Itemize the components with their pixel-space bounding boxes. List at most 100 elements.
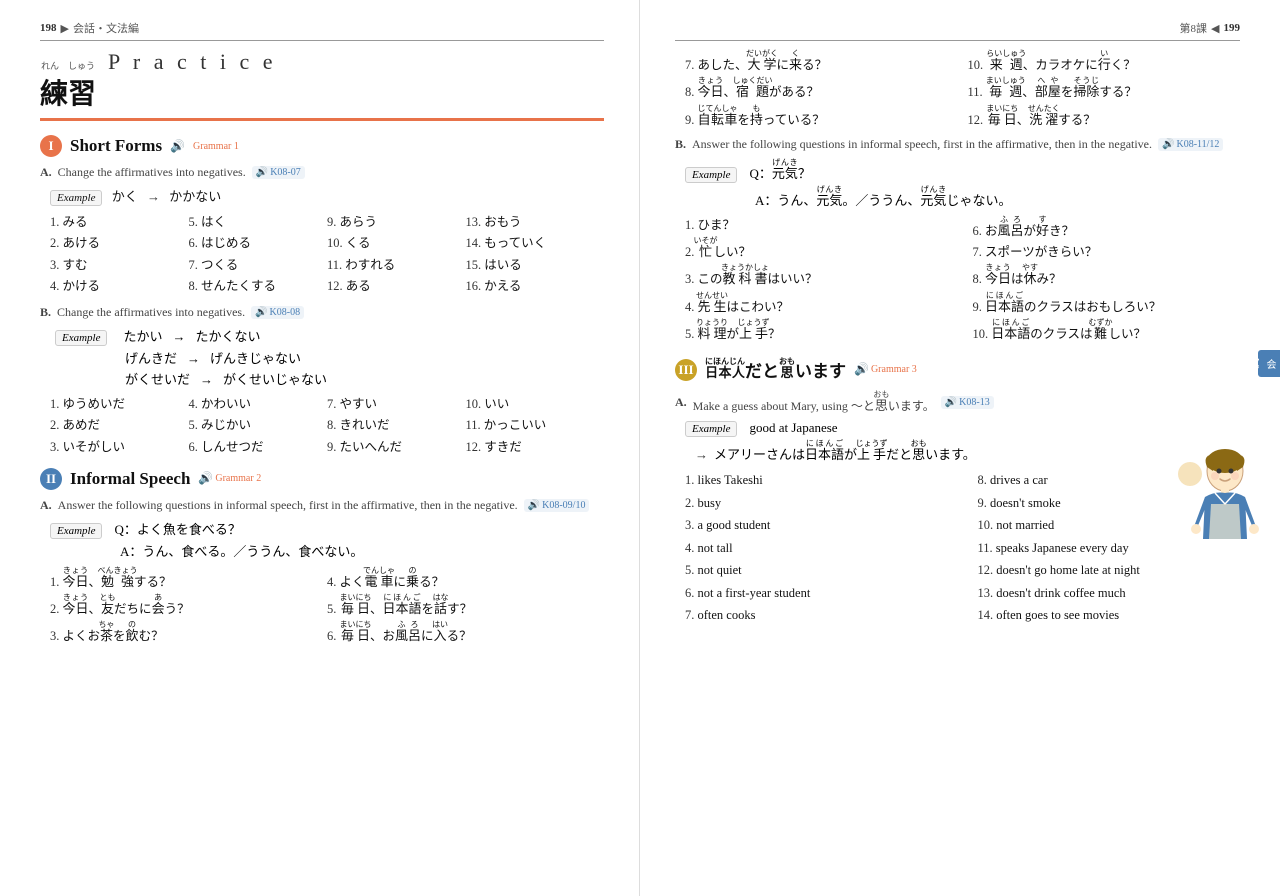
list-item: 6. 毎日まいにち、お風呂ふろに入はいる？ — [327, 620, 604, 647]
audio-k08-08: 🔊K08-08 — [251, 306, 304, 319]
list-item: 14. もっていく — [466, 233, 605, 254]
list-item: 15. はいる — [466, 255, 605, 276]
page-header-right: 第8課 ◀ 199 — [675, 20, 1240, 41]
list-item: 10. 日本語にほんごのクラスは難むずかしい？ — [973, 318, 1241, 345]
list-item: 9. 日本語にほんごのクラスはおもしろい？ — [973, 291, 1241, 318]
section3: III 日本人にほんじんだと思おもいます 🔊 Grammar 3 A. Make… — [675, 357, 1240, 627]
list-item: 11. 毎週まいしゅう、部屋へやを掃除そうじする？ — [968, 76, 1241, 103]
list-item: 1. みる — [50, 212, 189, 233]
list-item: 5. 毎日まいにち、日本語にほんごを話はなす？ — [327, 593, 604, 620]
list-item: 16. かえる — [466, 276, 605, 297]
list-item: 4. よく電車でんしゃに乗のる？ — [327, 566, 604, 593]
list-item: 3. よくお茶ちゃを飲のむ？ — [50, 620, 327, 647]
left-page: 198 ▶ 会話・文法編 れん しゅう 練習 P r a c t i c e I… — [0, 0, 640, 896]
grammar1-arrow: 🔊 — [170, 139, 185, 154]
section2-circle: II — [40, 468, 62, 490]
list-item: 7. やすい — [327, 394, 466, 415]
list-item: 5. not quiet — [685, 559, 948, 582]
section3-col1: 1. likes Takeshi 2. busy 3. a good stude… — [685, 469, 948, 627]
section3-title: 日本人にほんじんだと思おもいます — [705, 357, 846, 382]
list-item: 6. not a first-year student — [685, 582, 948, 605]
b-example-row1: Example たかい → たかくない — [55, 326, 604, 346]
subB-col1: 1. ゆうめいだ 2. あめだ 3. いそがしい — [50, 394, 189, 458]
list-item: 4. not tall — [685, 537, 948, 560]
section3-instruction: A. Make a guess about Mary, using 〜と思おもい… — [675, 390, 1240, 414]
list-item: 5. はく — [189, 212, 328, 233]
audio-k08-07: 🔊K08-07 — [252, 166, 305, 179]
example-q2: Example Q：元気げんき？ — [685, 158, 1240, 183]
list-item: 8. きれいだ — [327, 415, 466, 436]
section3-example-jp: → メアリーさんは日本語にほんごが上手じょうずだと思おもいます。 — [685, 439, 1240, 463]
sidebar-tab[interactable]: 会 L8 — [1258, 350, 1280, 377]
subB-instruction: B. Change the affirmatives into negative… — [40, 305, 604, 320]
cont-col1: 7. あした、大学だいがくに来くる？ 8. 今日きょう、宿題しゅくだいがある？ … — [685, 49, 958, 131]
left-section-label: 会話・文法編 — [73, 20, 139, 36]
list-item: 7. つくる — [189, 255, 328, 276]
section2-subA-items: 1. 今日きょう、勉強べんきょうする？ 2. 今日きょう、友ともだちに会あう？ … — [50, 566, 604, 648]
subB-col4: 10. いい 11. かっこいい 12. すきだ — [466, 394, 605, 458]
list-item: 2. busy — [685, 492, 948, 515]
list-item: 12. 毎日まいにち、洗濯せんたくする？ — [968, 104, 1241, 131]
subA-col2: 5. はく 6. はじめる 7. つくる 8. せんたくする — [189, 212, 328, 297]
subB-col3: 7. やすい 8. きれいだ 9. たいへんだ — [327, 394, 466, 458]
list-item: 12. doesn't go home late at night — [978, 559, 1241, 582]
list-item: 1. ゆうめいだ — [50, 394, 189, 415]
list-item: 7. スポーツがきらい？ — [973, 242, 1241, 263]
example-label: Example — [685, 421, 737, 437]
audio-k08-13: 🔊K08-13 — [941, 396, 994, 409]
section2B-example: Example Q：元気げんき？ A：うん、元気げんき。／ううん、元気げんきじゃ… — [685, 158, 1240, 209]
list-item: 2. あける — [50, 233, 189, 254]
subA-col3: 9. あらう 10. くる 11. わすれる 12. ある — [327, 212, 466, 297]
list-item: 5. みじかい — [189, 415, 328, 436]
list-item: 8. 今日きょうは休やすみ？ — [973, 263, 1241, 290]
character-illustration — [1175, 449, 1260, 559]
list-item: 1. likes Takeshi — [685, 469, 948, 492]
subA-example: Example かく → かかない — [50, 186, 604, 206]
subA-instruction: A. Change the affirmatives into negative… — [40, 165, 604, 180]
right-page-num: 199 — [1224, 22, 1241, 34]
section2B-items: 1. ひま？ 2. 忙いそがしい？ 3. この教科書きょうかしょはいい？ 4. … — [685, 215, 1240, 345]
list-item: 9. たいへんだ — [327, 437, 466, 458]
right-page: 第8課 ◀ 199 7. あした、大学だいがくに来くる？ 8. 今日きょう、宿題… — [640, 0, 1280, 896]
list-item: 12. ある — [327, 276, 466, 297]
subB-examples: Example たかい → たかくない げんきだ → げんきじゃない がくせいだ… — [55, 326, 604, 388]
list-item: 13. おもう — [466, 212, 605, 233]
list-item: 9. あらう — [327, 212, 466, 233]
list-item: 6. お風呂ふろが好すき？ — [973, 215, 1241, 242]
left-page-num: 198 — [40, 22, 57, 34]
list-item: 2. 今日きょう、友ともだちに会あう？ — [50, 593, 327, 620]
list-item: 3. この教科書きょうかしょはいい？ — [685, 263, 953, 290]
section2-subB: B. Answer the following questions in inf… — [675, 137, 1240, 345]
section3-header: III 日本人にほんじんだと思おもいます 🔊 Grammar 3 — [675, 357, 1240, 382]
example-label: Example — [50, 190, 102, 206]
page-header-left: 198 ▶ 会話・文法編 — [40, 20, 604, 41]
section2-subA: A. Answer the following questions in inf… — [40, 498, 604, 648]
subA-items-grid: 1. みる 2. あける 3. すむ 4. かける 5. はく 6. はじめる … — [50, 212, 604, 297]
section2-example: Example Q：よく魚を食べる？ A：うん、食べる。／ううん、食べない。 — [50, 519, 604, 560]
section3-example: Example good at Japanese → メアリーさんは日本語にほん… — [685, 420, 1240, 463]
list-item: 7. あした、大学だいがくに来くる？ — [685, 49, 958, 76]
section1-subA: A. Change the affirmatives into negative… — [40, 165, 604, 297]
list-item: 11. わすれる — [327, 255, 466, 276]
section1-title: Short Forms — [70, 136, 162, 156]
section3-example-en: Example good at Japanese — [685, 420, 1240, 437]
example-q: Example Q：よく魚を食べる？ — [50, 519, 604, 539]
list-item: 14. often goes to see movies — [978, 604, 1241, 627]
audio-k08-11-12: 🔊K08-11/12 — [1158, 138, 1223, 151]
section2-col1: 1. 今日きょう、勉強べんきょうする？ 2. 今日きょう、友ともだちに会あう？ … — [50, 566, 327, 648]
list-item: 6. しんせつだ — [189, 437, 328, 458]
cont-col2: 10. 来週らいしゅう、カラオケに行いく？ 11. 毎週まいしゅう、部屋へやを掃… — [968, 49, 1241, 131]
section2-subA-instruction: A. Answer the following questions in inf… — [40, 498, 604, 513]
list-item: 11. かっこいい — [466, 415, 605, 436]
list-item: 6. はじめる — [189, 233, 328, 254]
list-item: 10. 来週らいしゅう、カラオケに行いく？ — [968, 49, 1241, 76]
list-item: 4. かわいい — [189, 394, 328, 415]
b-example-row2: げんきだ → げんきじゃない — [55, 348, 604, 367]
subA-col4: 13. おもう 14. もっていく 15. はいる 16. かえる — [466, 212, 605, 297]
list-item: 7. often cooks — [685, 604, 948, 627]
section2B-col2: 6. お風呂ふろが好すき？ 7. スポーツがきらい？ 8. 今日きょうは休やすみ… — [973, 215, 1241, 345]
section3-subA: A. Make a guess about Mary, using 〜と思おもい… — [675, 390, 1240, 627]
section1-header: I Short Forms 🔊 Grammar 1 — [40, 135, 604, 157]
section2-col2: 4. よく電車でんしゃに乗のる？ 5. 毎日まいにち、日本語にほんごを話はなす？… — [327, 566, 604, 648]
list-item: 1. 今日きょう、勉強べんきょうする？ — [50, 566, 327, 593]
